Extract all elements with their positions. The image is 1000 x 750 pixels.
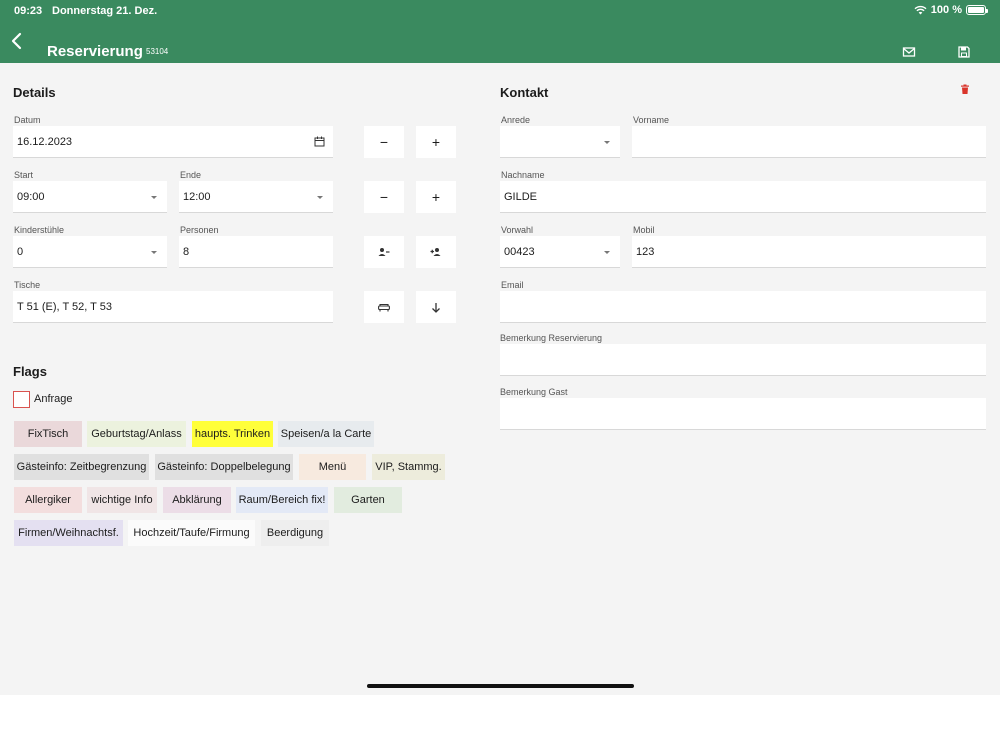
- save-icon[interactable]: [957, 45, 971, 59]
- datum-field[interactable]: 16.12.2023: [13, 126, 333, 158]
- bemerkung-gast-field[interactable]: [500, 398, 986, 430]
- home-indicator[interactable]: [367, 684, 634, 688]
- datum-minus-button[interactable]: −: [364, 126, 404, 158]
- person-add-button[interactable]: [416, 236, 456, 268]
- details-title: Details: [13, 85, 56, 100]
- person-remove-icon: [378, 248, 390, 256]
- flag-chip-zeitbegrenzung[interactable]: Gästeinfo: Zeitbegrenzung: [14, 454, 149, 480]
- page-title: Reservierung: [47, 43, 143, 60]
- status-time: 09:23: [14, 5, 43, 17]
- battery-icon: [966, 5, 988, 15]
- flag-chip-menu[interactable]: Menü: [299, 454, 366, 480]
- couch-icon: [378, 303, 390, 311]
- mobil-label: Mobil: [633, 225, 655, 235]
- kinderstuehle-select[interactable]: 0: [13, 236, 167, 268]
- nachname-value: GILDE: [504, 190, 538, 203]
- flag-chip-firmen[interactable]: Firmen/Weihnachtsf.: [14, 520, 123, 546]
- flag-chip-haupts-trinken[interactable]: haupts. Trinken: [192, 421, 273, 447]
- status-date: Donnerstag 21. Dez.: [52, 5, 158, 17]
- calendar-icon[interactable]: [314, 136, 325, 147]
- ende-value: 12:00: [183, 190, 211, 203]
- chevron-down-icon: [151, 251, 157, 254]
- time-minus-button[interactable]: −: [364, 181, 404, 213]
- chevron-down-icon: [604, 251, 610, 254]
- anfrage-label: Anfrage: [34, 393, 73, 405]
- person-remove-button[interactable]: [364, 236, 404, 268]
- wifi-icon: [914, 5, 927, 15]
- kontakt-title: Kontakt: [500, 85, 549, 100]
- anrede-select[interactable]: [500, 126, 620, 158]
- chevron-down-icon: [317, 196, 323, 199]
- datum-label: Datum: [14, 115, 41, 125]
- datum-plus-button[interactable]: +: [416, 126, 456, 158]
- flag-chip-garten[interactable]: Garten: [334, 487, 402, 513]
- status-right: 100 %: [914, 4, 988, 16]
- flag-chip-beerdigung[interactable]: Beerdigung: [261, 520, 329, 546]
- bemerkung-reservierung-field[interactable]: [500, 344, 986, 376]
- nachname-field[interactable]: GILDE: [500, 181, 986, 213]
- personen-field[interactable]: 8: [179, 236, 333, 268]
- datum-value: 16.12.2023: [17, 135, 73, 148]
- mobil-value: 123: [636, 245, 655, 258]
- vorname-field[interactable]: [632, 126, 986, 158]
- battery-percent: 100 %: [930, 4, 962, 16]
- arrow-down-button[interactable]: [416, 291, 456, 323]
- tische-label: Tische: [14, 280, 41, 290]
- start-select[interactable]: 09:00: [13, 181, 167, 213]
- anrede-label: Anrede: [501, 115, 531, 125]
- mail-icon[interactable]: [902, 45, 916, 59]
- flag-chip-fixtisch[interactable]: FixTisch: [14, 421, 82, 447]
- kinderstuehle-label: Kinderstühle: [14, 225, 65, 235]
- ende-select[interactable]: 12:00: [179, 181, 333, 213]
- trash-icon[interactable]: [959, 84, 971, 97]
- flag-chip-doppelbelegung[interactable]: Gästeinfo: Doppelbelegung: [155, 454, 293, 480]
- flag-chip-allergiker[interactable]: Allergiker: [14, 487, 82, 513]
- vorwahl-select[interactable]: 00423: [500, 236, 620, 268]
- start-value: 09:00: [17, 190, 45, 203]
- flag-chip-raum-bereich[interactable]: Raum/Bereich fix!: [236, 487, 328, 513]
- flag-chip-vip[interactable]: VIP, Stammg.: [372, 454, 445, 480]
- flag-chip-wichtige-info[interactable]: wichtige Info: [87, 487, 157, 513]
- bemerkung-gast-label: Bemerkung Gast: [500, 387, 568, 397]
- vorwahl-value: 00423: [504, 245, 535, 258]
- vorwahl-label: Vorwahl: [501, 225, 534, 235]
- tische-field[interactable]: T 51 (E), T 52, T 53: [13, 291, 333, 323]
- tische-value: T 51 (E), T 52, T 53: [17, 300, 112, 313]
- chevron-down-icon: [151, 196, 157, 199]
- person-add-icon: [430, 248, 441, 256]
- reservation-id: 53104: [146, 47, 169, 56]
- arrow-down-icon: [432, 302, 440, 313]
- back-chevron-icon[interactable]: [8, 30, 28, 52]
- flag-chip-geburtstag[interactable]: Geburtstag/Anlass: [87, 421, 186, 447]
- ende-label: Ende: [180, 170, 202, 180]
- nachname-label: Nachname: [501, 170, 545, 180]
- flag-chip-hochzeit[interactable]: Hochzeit/Taufe/Firmung: [128, 520, 255, 546]
- flag-chip-speisen[interactable]: Speisen/a la Carte: [278, 421, 374, 447]
- email-field[interactable]: [500, 291, 986, 323]
- table-select-button[interactable]: [364, 291, 404, 323]
- flags-title: Flags: [13, 364, 47, 379]
- mobil-field[interactable]: 123: [632, 236, 986, 268]
- flag-chip-abklaerung[interactable]: Abklärung: [163, 487, 231, 513]
- bemerkung-reservierung-label: Bemerkung Reservierung: [500, 333, 603, 343]
- personen-value: 8: [183, 245, 190, 258]
- anfrage-checkbox[interactable]: [13, 391, 30, 408]
- personen-label: Personen: [180, 225, 219, 235]
- kinderstuehle-value: 0: [17, 245, 24, 258]
- vorname-label: Vorname: [633, 115, 670, 125]
- email-label: Email: [501, 280, 524, 290]
- app-screen: 09:23 Donnerstag 21. Dez. 100 % Reservie…: [0, 0, 1000, 695]
- start-label: Start: [14, 170, 34, 180]
- time-plus-button[interactable]: +: [416, 181, 456, 213]
- chevron-down-icon: [604, 141, 610, 144]
- top-bar: 09:23 Donnerstag 21. Dez. 100 % Reservie…: [0, 0, 1000, 63]
